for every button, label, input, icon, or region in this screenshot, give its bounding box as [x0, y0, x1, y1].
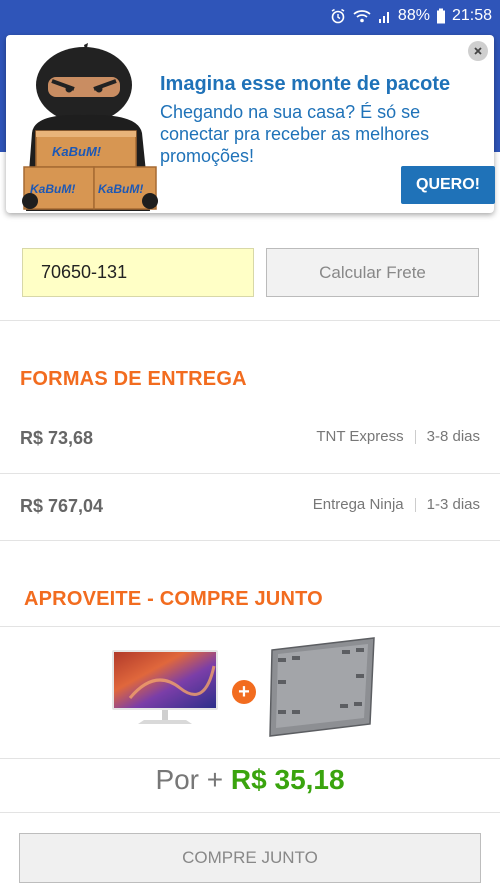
shipping-carrier: TNT Express [316, 428, 404, 445]
wifi-icon [352, 8, 372, 24]
cep-input[interactable] [22, 248, 254, 297]
box-brand-label-2: KaBuM! [30, 182, 75, 196]
divider [0, 540, 500, 541]
buy-together-button[interactable]: COMPRE JUNTO [19, 833, 481, 883]
box-brand-label-3: KaBuM! [98, 182, 143, 196]
ninja-mascot-image: KaBuM! KaBuM! KaBuM! [14, 43, 162, 211]
bundle-price: Por + R$ 35,18 [0, 764, 500, 796]
shipping-option[interactable]: R$ 767,04 Entrega Ninja 1-3 dias [0, 474, 500, 540]
bracket-product-image[interactable] [268, 636, 378, 738]
shipping-time: 1-3 dias [426, 496, 480, 513]
separator [414, 429, 416, 444]
bundle-price-prefix: Por + [155, 764, 224, 795]
bundle-title: APROVEITE - COMPRE JUNTO [24, 588, 323, 610]
monitor-product-image[interactable] [110, 648, 220, 730]
promo-banner: KaBuM! KaBuM! KaBuM! Imagina esse monte … [6, 35, 495, 213]
battery-percent: 88% [397, 7, 430, 24]
calculate-shipping-button[interactable]: Calcular Frete [266, 248, 479, 297]
box-brand-label-1: KaBuM! [52, 144, 102, 159]
divider [0, 626, 500, 627]
promo-title: Imagina esse monte de pacote [160, 73, 451, 95]
plus-icon: + [232, 680, 256, 704]
signal-icon [378, 8, 392, 24]
close-icon[interactable] [468, 41, 488, 61]
status-bar: 88% 21:58 [0, 0, 500, 32]
battery-icon [436, 8, 446, 24]
divider [0, 320, 500, 321]
divider [0, 758, 500, 759]
divider [0, 812, 500, 813]
bundle-price-value: R$ 35,18 [230, 764, 345, 795]
promo-text: Chegando na sua casa? É só se conectar p… [160, 102, 430, 166]
clock: 21:58 [451, 7, 492, 24]
delivery-title: FORMAS DE ENTREGA [20, 368, 247, 390]
shipping-carrier: Entrega Ninja [312, 496, 404, 513]
shipping-price: R$ 73,68 [20, 428, 94, 448]
alarm-icon [330, 8, 346, 24]
shipping-price: R$ 767,04 [20, 496, 104, 516]
shipping-time: 3-8 dias [426, 428, 480, 445]
shipping-option[interactable]: R$ 73,68 TNT Express 3-8 dias [0, 406, 500, 472]
promo-cta-button[interactable]: QUERO! [401, 166, 495, 204]
separator [414, 497, 416, 512]
